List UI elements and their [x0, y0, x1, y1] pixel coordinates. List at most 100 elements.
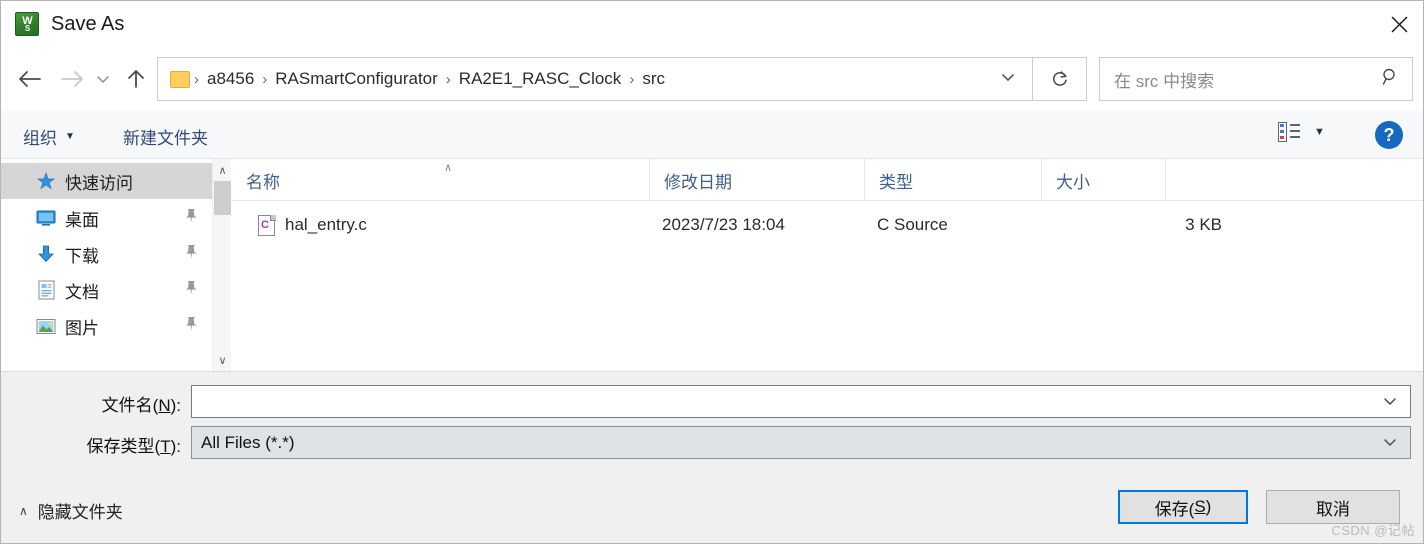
pin-icon[interactable] [184, 244, 198, 265]
column-header-size[interactable]: 大小 [1041, 159, 1165, 201]
column-headers: 名称 ∧ 修改日期 类型 大小 [232, 159, 1423, 201]
file-name-label-key: N [158, 396, 171, 415]
command-bar [1, 111, 1423, 159]
breadcrumb: › a8456 › RASmartConfigurator › RA2E1_RA… [192, 67, 671, 91]
breadcrumb-separator: › [194, 70, 199, 88]
app-icon-glyph-bottom: S [24, 23, 30, 33]
breadcrumb-item-3[interactable]: src [636, 67, 671, 91]
column-header-label: 修改日期 [664, 172, 732, 192]
sidebar-item-label: 桌面 [65, 210, 99, 230]
column-header-name[interactable]: 名称 ∧ [232, 159, 649, 201]
sidebar-item-documents[interactable]: 文档 [1, 272, 212, 308]
documents-icon [35, 279, 57, 301]
column-header-type[interactable]: 类型 [864, 159, 1041, 201]
save-button-label-post: ) [1205, 497, 1212, 516]
breadcrumb-separator: › [262, 70, 268, 88]
app-icon: W S [15, 12, 39, 36]
organize-button[interactable]: 组织 ▼ [23, 123, 75, 149]
navigation-pane: 快速访问 桌面 下载 文档 图片 [1, 159, 212, 371]
save-type-label-key: T [160, 437, 171, 456]
column-header-label: 类型 [879, 172, 913, 192]
sort-ascending-icon: ∧ [444, 162, 453, 174]
pin-icon[interactable] [184, 280, 198, 301]
scrollbar-thumb[interactable] [214, 181, 231, 215]
file-size-cell: 3 KB [1185, 215, 1222, 234]
address-chevron-down-icon[interactable] [1000, 70, 1016, 88]
navigation-pane-scrollbar[interactable]: ∧ ∨ [212, 159, 231, 371]
sidebar-item-label: 文档 [65, 282, 99, 302]
help-button[interactable]: ? [1375, 121, 1403, 149]
save-button-label-pre: 保存( [1154, 499, 1195, 519]
column-header-modified[interactable]: 修改日期 [649, 159, 864, 201]
save-type-value: All Files (*.*) [201, 432, 295, 452]
pictures-icon [35, 315, 57, 337]
file-name: hal_entry.c [285, 215, 367, 234]
recent-locations-chevron-down-icon[interactable] [91, 59, 115, 99]
breadcrumb-item-1[interactable]: RASmartConfigurator [269, 67, 444, 91]
save-as-dialog: W S Save As › a8456 › RASmartConfigurato… [0, 0, 1424, 544]
up-arrow-icon[interactable] [119, 59, 153, 99]
breadcrumb-item-2[interactable]: RA2E1_RASC_Clock [453, 67, 628, 91]
view-mode-button[interactable]: ▼ [1278, 122, 1325, 142]
file-name-label-post: ): [170, 396, 181, 415]
window-title: Save As [51, 12, 125, 35]
sidebar-item-quick-access[interactable]: 快速访问 [1, 163, 212, 199]
save-button[interactable]: 保存(S) [1118, 490, 1248, 524]
save-type-label: 保存类型(T): [61, 432, 181, 457]
search-icon[interactable] [1381, 67, 1400, 91]
view-chevron-down-icon[interactable]: ▼ [1314, 126, 1325, 138]
scroll-down-icon[interactable]: ∨ [213, 351, 232, 369]
file-type-cell: C Source [877, 215, 948, 234]
column-header-label: 大小 [1056, 172, 1090, 192]
download-icon [35, 243, 57, 265]
search-placeholder: 在 src 中搜索 [1114, 71, 1215, 91]
column-header-label: 名称 [246, 172, 280, 192]
hide-folders-label: 隐藏文件夹 [37, 503, 123, 522]
folder-icon [170, 70, 190, 88]
chevron-down-icon[interactable] [1382, 433, 1398, 453]
back-arrow-icon[interactable] [13, 59, 47, 99]
save-button-label-key: S [1194, 497, 1206, 516]
forward-arrow-icon [55, 59, 89, 99]
organize-label: 组织 [23, 128, 57, 148]
save-type-label-post: ): [170, 437, 181, 456]
file-list: 名称 ∧ 修改日期 类型 大小 C hal_entry.c 2023/7/23 … [232, 159, 1423, 371]
pin-icon[interactable] [184, 316, 198, 337]
title-bar: W S Save As [1, 1, 1423, 47]
sidebar-item-label: 图片 [65, 318, 99, 338]
file-name-cell[interactable]: C hal_entry.c [258, 209, 648, 241]
pin-icon[interactable] [184, 208, 198, 229]
c-source-file-icon: C [258, 214, 276, 236]
breadcrumb-separator: › [445, 70, 451, 88]
desktop-icon [35, 207, 57, 229]
sidebar-item-downloads[interactable]: 下载 [1, 236, 212, 272]
sidebar-item-label: 快速访问 [65, 173, 133, 193]
cancel-button[interactable]: 取消 [1266, 490, 1400, 524]
refresh-icon[interactable] [1033, 57, 1087, 101]
search-input[interactable]: 在 src 中搜索 [1099, 57, 1413, 101]
sidebar-item-label: 下载 [65, 246, 99, 266]
file-name-label-pre: 文件名( [101, 396, 159, 415]
new-folder-button[interactable]: 新建文件夹 [123, 123, 208, 149]
watermark: CSDN @记帖 [1331, 523, 1415, 538]
sidebar-item-pictures[interactable]: 图片 [1, 308, 212, 344]
table-row[interactable]: C hal_entry.c 2023/7/23 18:04 C Source 3… [232, 209, 1423, 241]
hide-folders-toggle[interactable]: ∧ 隐藏文件夹 [19, 498, 123, 523]
star-pin-icon [35, 170, 57, 192]
scroll-up-icon[interactable]: ∧ [213, 161, 232, 179]
save-type-label-pre: 保存类型( [86, 437, 161, 456]
sidebar-item-desktop[interactable]: 桌面 [1, 200, 212, 236]
file-name-label: 文件名(N): [61, 391, 181, 416]
column-header-spacer [1165, 159, 1423, 201]
address-bar[interactable]: › a8456 › RASmartConfigurator › RA2E1_RA… [157, 57, 1033, 101]
list-view-icon[interactable] [1278, 122, 1300, 142]
chevron-down-icon[interactable] [1382, 392, 1398, 412]
chevron-up-icon: ∧ [19, 503, 28, 518]
save-type-select[interactable]: All Files (*.*) [191, 426, 1411, 459]
content-area: 快速访问 桌面 下载 文档 图片 ∧ ∨ 名称 ∧ 修改日期 类型 大小 C h… [1, 159, 1423, 371]
new-folder-label: 新建文件夹 [123, 128, 208, 148]
close-icon[interactable] [1373, 1, 1423, 47]
breadcrumb-item-0[interactable]: a8456 [201, 67, 260, 91]
chevron-down-icon: ▼ [65, 130, 75, 142]
file-name-input[interactable] [191, 385, 1411, 418]
